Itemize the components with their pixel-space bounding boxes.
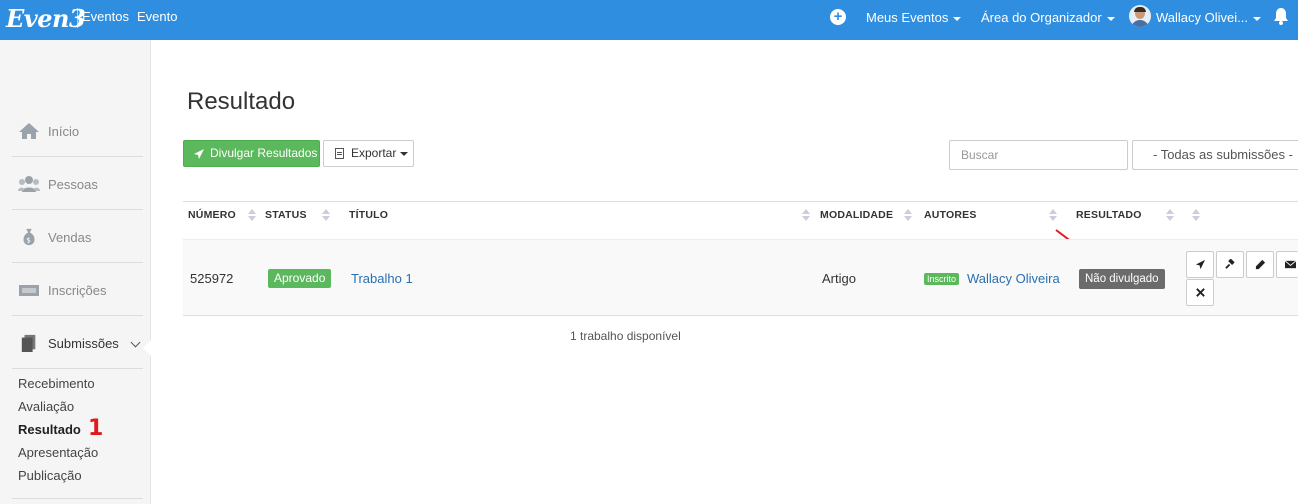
meus-eventos-dropdown[interactable]: Meus Eventos [866,10,962,25]
submenu-avaliacao[interactable]: Avaliação [18,399,74,414]
exportar-label: Exportar [351,146,397,160]
results-count: 1 trabalho disponível [570,329,681,343]
bell-icon[interactable] [1273,7,1289,25]
sidebar-item-vendas[interactable]: $ Vendas [12,210,143,263]
meus-eventos-label: Meus Eventos [866,10,949,25]
author-link[interactable]: Wallacy Oliveira [967,271,1060,286]
annotation-1: 1 [88,416,104,441]
sidebar-label-inicio: Início [48,124,80,139]
status-badge: Aprovado [268,269,332,288]
cell-modalidade: Artigo [822,271,856,286]
sidebar: Início Pessoas $ Vendas Inscrições Submi… [0,40,151,504]
sidebar-item-inicio[interactable]: Início [12,104,143,157]
send-action-button[interactable] [1186,251,1214,278]
close-icon [1196,288,1205,297]
col-resultado[interactable]: RESULTADO [1076,209,1142,221]
result-badge: Não divulgado [1079,269,1165,289]
sort-icon[interactable] [248,209,256,221]
submenu-publicacao[interactable]: Publicação [18,468,82,483]
logo-divider [77,8,78,28]
sidebar-label-pessoas: Pessoas [48,177,98,192]
sidebar-item-pessoas[interactable]: Pessoas [12,157,143,210]
divulgar-resultados-label: Divulgar Resultados [210,146,318,160]
submenu-resultado[interactable]: Resultado [18,422,81,437]
submenu-apresentacao[interactable]: Apresentação [18,445,98,460]
users-icon [18,176,40,192]
inscrito-badge: Inscrito [924,273,960,285]
col-status[interactable]: STATUS [265,209,307,221]
edit-action-button[interactable] [1246,251,1274,278]
col-modalidade[interactable]: MODALIDADE [820,209,893,221]
add-circle-icon[interactable]: + [830,9,846,25]
search-input[interactable] [949,140,1128,170]
submenu-recebimento[interactable]: Recebimento [18,376,95,391]
caret-down-icon [953,16,962,21]
user-dropdown[interactable]: Wallacy Olivei... [1156,10,1261,25]
page-title: Resultado [187,88,296,115]
email-action-button[interactable] [1276,251,1298,278]
money-bag-icon: $ [23,228,35,246]
even3-logo[interactable]: Even3 [6,4,86,33]
gavel-icon [1225,259,1235,269]
remove-action-button[interactable] [1186,279,1214,306]
submission-filter-select[interactable]: - Todas as submissões - [1132,140,1298,170]
col-titulo[interactable]: TÍTULO [349,209,388,221]
sidebar-label-vendas: Vendas [48,230,92,245]
col-autores[interactable]: AUTORES [924,209,977,221]
area-organizador-label: Área do Organizador [981,10,1102,25]
sidebar-divider [12,498,143,499]
pencil-icon [1255,259,1266,270]
document-icon [21,334,36,352]
top-navbar: Even3 Eventos Evento + Meus Eventos Área… [0,0,1298,40]
sort-icon[interactable] [1192,209,1200,221]
sidebar-label-submissoes: Submissões [48,336,119,351]
table-row: 525972 Aprovado Trabalho 1 Artigo Inscri… [183,239,1298,316]
area-organizador-dropdown[interactable]: Área do Organizador [981,10,1115,25]
sidebar-item-submissoes[interactable]: Submissões [12,316,143,369]
file-icon [335,148,344,159]
user-name: Wallacy Olivei... [1156,10,1248,25]
title-link[interactable]: Trabalho 1 [351,271,413,286]
sidebar-item-inscricoes[interactable]: Inscrições [12,263,143,316]
paper-plane-icon [194,149,204,159]
col-numero[interactable]: NÚMERO [188,209,236,221]
caret-down-icon [400,151,409,156]
divulgar-resultados-button[interactable]: Divulgar Resultados [183,140,320,167]
home-icon [19,123,39,139]
paper-plane-icon [1195,259,1206,270]
caret-down-icon [1252,16,1261,21]
cell-numero: 525972 [190,271,234,286]
sort-icon[interactable] [322,209,330,221]
caret-down-icon [1106,16,1115,21]
sort-icon[interactable] [1049,209,1057,221]
avatar[interactable] [1129,5,1151,27]
gavel-action-button[interactable] [1216,251,1244,278]
nav-eventos[interactable]: Eventos [82,9,129,24]
exportar-button[interactable]: Exportar [323,140,414,167]
sidebar-label-inscricoes: Inscrições [48,283,107,298]
sort-icon[interactable] [904,209,912,221]
nav-evento[interactable]: Evento [137,9,177,24]
ticket-icon [19,285,39,296]
sort-icon[interactable] [802,209,810,221]
table-header: NÚMERO STATUS TÍTULO MODALIDADE AUTORES … [183,201,1298,239]
chevron-down-icon [130,337,141,348]
active-section-notch [143,340,151,356]
envelope-icon [1285,260,1296,269]
sort-icon[interactable] [1166,209,1174,221]
svg-text:$: $ [26,235,31,244]
